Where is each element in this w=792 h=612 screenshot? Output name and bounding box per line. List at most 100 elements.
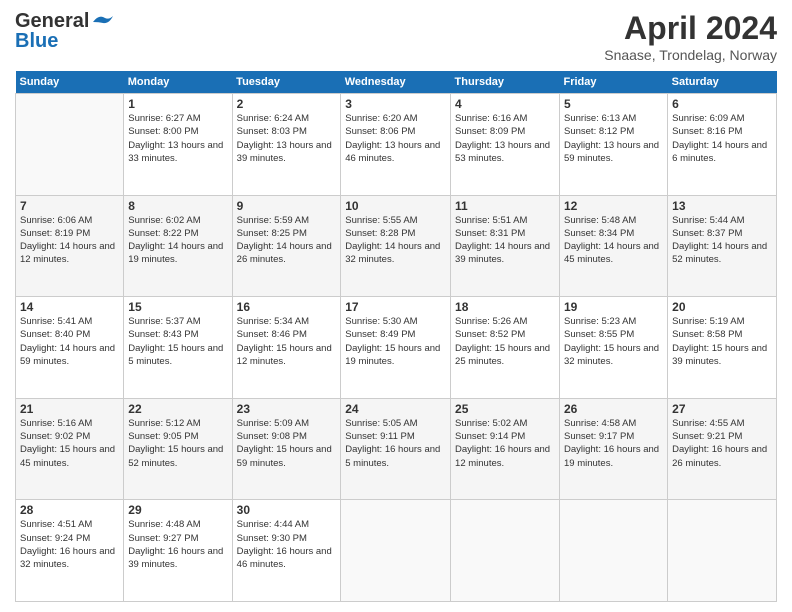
day-info: Sunrise: 4:55 AMSunset: 9:21 PMDaylight:… — [672, 417, 772, 470]
day-info: Sunrise: 4:51 AMSunset: 9:24 PMDaylight:… — [20, 518, 119, 571]
calendar-week-row: 1Sunrise: 6:27 AMSunset: 8:00 PMDaylight… — [16, 94, 777, 196]
table-row: 14Sunrise: 5:41 AMSunset: 8:40 PMDayligh… — [16, 297, 124, 399]
day-number: 25 — [455, 402, 555, 416]
table-row: 22Sunrise: 5:12 AMSunset: 9:05 PMDayligh… — [124, 398, 232, 500]
table-row: 30Sunrise: 4:44 AMSunset: 9:30 PMDayligh… — [232, 500, 341, 602]
table-row: 3Sunrise: 6:20 AMSunset: 8:06 PMDaylight… — [341, 94, 451, 196]
day-number: 10 — [345, 199, 446, 213]
day-number: 23 — [237, 402, 337, 416]
day-number: 22 — [128, 402, 227, 416]
day-number: 4 — [455, 97, 555, 111]
day-number: 16 — [237, 300, 337, 314]
table-row — [341, 500, 451, 602]
calendar-week-row: 21Sunrise: 5:16 AMSunset: 9:02 PMDayligh… — [16, 398, 777, 500]
table-row — [451, 500, 560, 602]
day-number: 14 — [20, 300, 119, 314]
table-row: 16Sunrise: 5:34 AMSunset: 8:46 PMDayligh… — [232, 297, 341, 399]
day-info: Sunrise: 4:48 AMSunset: 9:27 PMDaylight:… — [128, 518, 227, 571]
table-row: 19Sunrise: 5:23 AMSunset: 8:55 PMDayligh… — [560, 297, 668, 399]
day-number: 17 — [345, 300, 446, 314]
day-info: Sunrise: 5:59 AMSunset: 8:25 PMDaylight:… — [237, 214, 337, 267]
day-info: Sunrise: 6:20 AMSunset: 8:06 PMDaylight:… — [345, 112, 446, 165]
day-number: 12 — [564, 199, 663, 213]
table-row: 21Sunrise: 5:16 AMSunset: 9:02 PMDayligh… — [16, 398, 124, 500]
calendar-week-row: 28Sunrise: 4:51 AMSunset: 9:24 PMDayligh… — [16, 500, 777, 602]
table-row: 6Sunrise: 6:09 AMSunset: 8:16 PMDaylight… — [668, 94, 777, 196]
day-number: 5 — [564, 97, 663, 111]
table-row: 27Sunrise: 4:55 AMSunset: 9:21 PMDayligh… — [668, 398, 777, 500]
day-number: 18 — [455, 300, 555, 314]
table-row: 9Sunrise: 5:59 AMSunset: 8:25 PMDaylight… — [232, 195, 341, 297]
table-row: 17Sunrise: 5:30 AMSunset: 8:49 PMDayligh… — [341, 297, 451, 399]
day-info: Sunrise: 6:13 AMSunset: 8:12 PMDaylight:… — [564, 112, 663, 165]
table-row: 10Sunrise: 5:55 AMSunset: 8:28 PMDayligh… — [341, 195, 451, 297]
table-row: 28Sunrise: 4:51 AMSunset: 9:24 PMDayligh… — [16, 500, 124, 602]
day-info: Sunrise: 5:16 AMSunset: 9:02 PMDaylight:… — [20, 417, 119, 470]
day-info: Sunrise: 5:48 AMSunset: 8:34 PMDaylight:… — [564, 214, 663, 267]
day-info: Sunrise: 5:30 AMSunset: 8:49 PMDaylight:… — [345, 315, 446, 368]
day-info: Sunrise: 6:24 AMSunset: 8:03 PMDaylight:… — [237, 112, 337, 165]
day-number: 9 — [237, 199, 337, 213]
day-info: Sunrise: 6:06 AMSunset: 8:19 PMDaylight:… — [20, 214, 119, 267]
calendar-header-row: Sunday Monday Tuesday Wednesday Thursday… — [16, 71, 777, 94]
table-row — [668, 500, 777, 602]
day-info: Sunrise: 6:02 AMSunset: 8:22 PMDaylight:… — [128, 214, 227, 267]
table-row: 5Sunrise: 6:13 AMSunset: 8:12 PMDaylight… — [560, 94, 668, 196]
title-block: April 2024 Snaase, Trondelag, Norway — [604, 10, 777, 63]
day-info: Sunrise: 5:55 AMSunset: 8:28 PMDaylight:… — [345, 214, 446, 267]
table-row — [16, 94, 124, 196]
day-info: Sunrise: 5:02 AMSunset: 9:14 PMDaylight:… — [455, 417, 555, 470]
table-row — [560, 500, 668, 602]
day-info: Sunrise: 5:09 AMSunset: 9:08 PMDaylight:… — [237, 417, 337, 470]
day-info: Sunrise: 5:12 AMSunset: 9:05 PMDaylight:… — [128, 417, 227, 470]
month-title: April 2024 — [604, 10, 777, 47]
table-row: 12Sunrise: 5:48 AMSunset: 8:34 PMDayligh… — [560, 195, 668, 297]
table-row: 20Sunrise: 5:19 AMSunset: 8:58 PMDayligh… — [668, 297, 777, 399]
calendar-week-row: 14Sunrise: 5:41 AMSunset: 8:40 PMDayligh… — [16, 297, 777, 399]
day-number: 21 — [20, 402, 119, 416]
day-info: Sunrise: 5:19 AMSunset: 8:58 PMDaylight:… — [672, 315, 772, 368]
table-row: 2Sunrise: 6:24 AMSunset: 8:03 PMDaylight… — [232, 94, 341, 196]
col-sunday: Sunday — [16, 71, 124, 94]
table-row: 23Sunrise: 5:09 AMSunset: 9:08 PMDayligh… — [232, 398, 341, 500]
day-number: 28 — [20, 503, 119, 517]
day-number: 6 — [672, 97, 772, 111]
col-thursday: Thursday — [451, 71, 560, 94]
day-number: 19 — [564, 300, 663, 314]
day-info: Sunrise: 6:16 AMSunset: 8:09 PMDaylight:… — [455, 112, 555, 165]
table-row: 11Sunrise: 5:51 AMSunset: 8:31 PMDayligh… — [451, 195, 560, 297]
logo-blue: Blue — [15, 33, 58, 49]
day-number: 13 — [672, 199, 772, 213]
table-row: 25Sunrise: 5:02 AMSunset: 9:14 PMDayligh… — [451, 398, 560, 500]
day-number: 3 — [345, 97, 446, 111]
day-info: Sunrise: 6:09 AMSunset: 8:16 PMDaylight:… — [672, 112, 772, 165]
day-number: 8 — [128, 199, 227, 213]
col-wednesday: Wednesday — [341, 71, 451, 94]
table-row: 18Sunrise: 5:26 AMSunset: 8:52 PMDayligh… — [451, 297, 560, 399]
day-number: 30 — [237, 503, 337, 517]
day-info: Sunrise: 5:41 AMSunset: 8:40 PMDaylight:… — [20, 315, 119, 368]
table-row: 1Sunrise: 6:27 AMSunset: 8:00 PMDaylight… — [124, 94, 232, 196]
day-number: 1 — [128, 97, 227, 111]
location: Snaase, Trondelag, Norway — [604, 47, 777, 63]
day-info: Sunrise: 5:37 AMSunset: 8:43 PMDaylight:… — [128, 315, 227, 368]
day-info: Sunrise: 5:05 AMSunset: 9:11 PMDaylight:… — [345, 417, 446, 470]
day-number: 15 — [128, 300, 227, 314]
table-row: 29Sunrise: 4:48 AMSunset: 9:27 PMDayligh… — [124, 500, 232, 602]
logo-bird-icon — [91, 14, 113, 30]
day-number: 2 — [237, 97, 337, 111]
day-info: Sunrise: 6:27 AMSunset: 8:00 PMDaylight:… — [128, 112, 227, 165]
day-info: Sunrise: 5:23 AMSunset: 8:55 PMDaylight:… — [564, 315, 663, 368]
day-info: Sunrise: 5:51 AMSunset: 8:31 PMDaylight:… — [455, 214, 555, 267]
day-number: 29 — [128, 503, 227, 517]
header: General Blue April 2024 Snaase, Trondela… — [15, 10, 777, 63]
day-number: 24 — [345, 402, 446, 416]
day-number: 11 — [455, 199, 555, 213]
col-saturday: Saturday — [668, 71, 777, 94]
day-info: Sunrise: 5:26 AMSunset: 8:52 PMDaylight:… — [455, 315, 555, 368]
table-row: 7Sunrise: 6:06 AMSunset: 8:19 PMDaylight… — [16, 195, 124, 297]
page: General Blue April 2024 Snaase, Trondela… — [0, 0, 792, 612]
day-number: 7 — [20, 199, 119, 213]
day-info: Sunrise: 4:58 AMSunset: 9:17 PMDaylight:… — [564, 417, 663, 470]
col-tuesday: Tuesday — [232, 71, 341, 94]
